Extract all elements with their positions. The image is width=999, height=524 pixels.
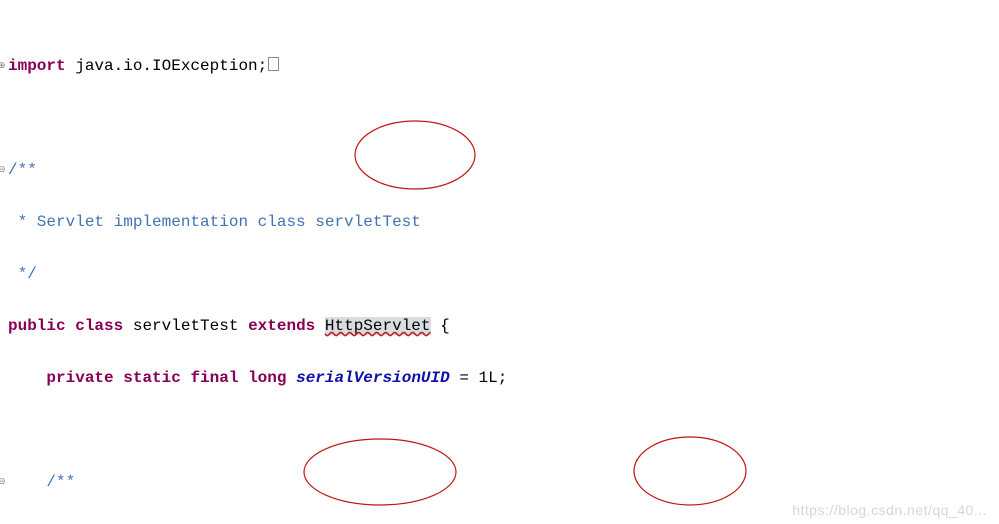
assign-1L: = 1L; <box>450 369 508 387</box>
brace: { <box>431 317 450 335</box>
javadoc-text: * Servlet implementation class servletTe… <box>8 213 421 231</box>
type-httpservlet-error: HttpServlet <box>325 317 431 335</box>
field-serialversionuid: serialVersionUID <box>296 369 450 387</box>
keyword-import: import <box>8 57 66 75</box>
collapsed-marker-icon[interactable] <box>268 57 279 71</box>
keyword-class: class <box>75 317 123 335</box>
keyword-private: private <box>46 369 113 387</box>
javadoc-open: /** <box>46 473 75 491</box>
class-name: servletTest <box>123 317 248 335</box>
fold-javadoc-icon[interactable]: ⊖ <box>0 469 6 495</box>
keyword-public: public <box>8 317 66 335</box>
keyword-static: static <box>123 369 181 387</box>
code-editor[interactable]: ⊕import java.io.IOException; ⊖/** * Serv… <box>8 0 999 524</box>
indent <box>8 369 46 387</box>
watermark-text: https://blog.csdn.net/qq_40... <box>792 502 987 518</box>
keyword-extends: extends <box>248 317 315 335</box>
fold-import-icon[interactable]: ⊕ <box>0 53 6 79</box>
keyword-final: final <box>190 369 238 387</box>
import-statement: java.io.IOException; <box>66 57 268 75</box>
javadoc-close: */ <box>8 265 37 283</box>
keyword-long: long <box>248 369 286 387</box>
current-line-highlight <box>0 261 999 287</box>
javadoc-open: /** <box>8 161 37 179</box>
fold-javadoc-icon[interactable]: ⊖ <box>0 157 6 183</box>
indent <box>8 473 46 491</box>
